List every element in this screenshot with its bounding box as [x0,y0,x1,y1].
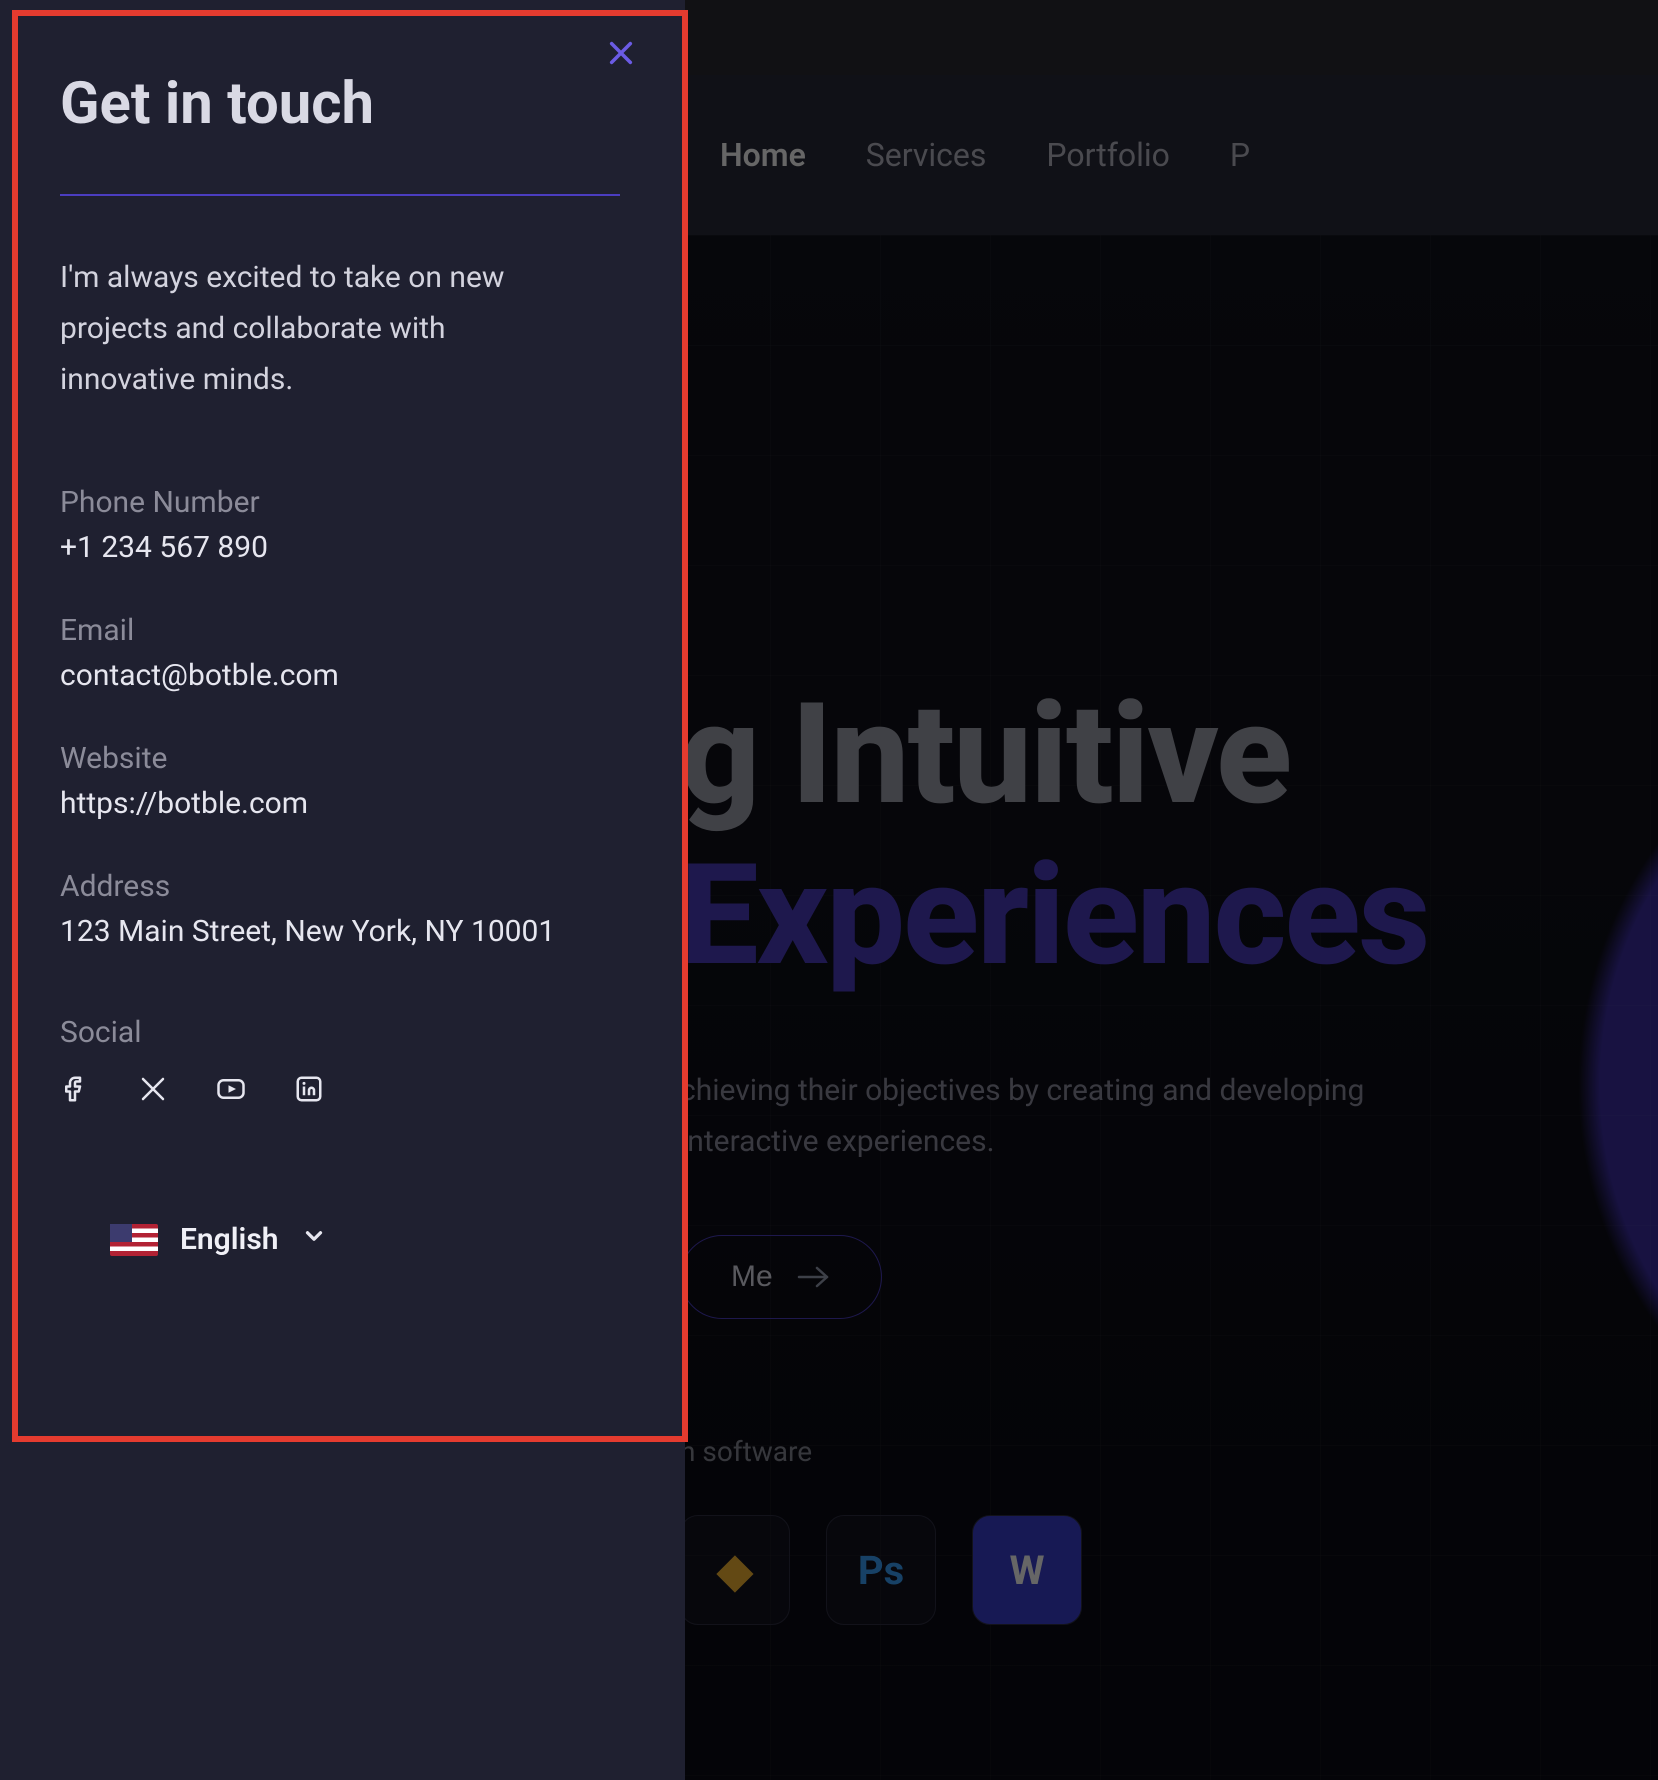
email-value[interactable]: contact@botble.com [60,658,625,693]
close-button[interactable] [597,30,645,78]
website-label: Website [60,741,625,776]
offcanvas-title: Get in touch [60,70,625,138]
flag-us-icon [110,1224,158,1256]
contact-offcanvas: Get in touch I'm always excited to take … [0,0,685,1780]
language-name: English [180,1222,279,1257]
website-value[interactable]: https://botble.com [60,786,625,821]
youtube-icon [216,1074,246,1112]
address-label: Address [60,869,625,904]
close-icon [607,39,635,70]
language-switcher[interactable]: English [110,1222,625,1257]
social-youtube[interactable] [216,1074,246,1112]
x-icon [138,1074,168,1112]
info-website: Website https://botble.com [60,741,625,821]
phone-value[interactable]: +1 234 567 890 [60,530,625,565]
title-underline [60,194,620,196]
email-label: Email [60,613,625,648]
offcanvas-intro: I'm always excited to take on new projec… [60,252,580,405]
chevron-down-icon [301,1222,327,1257]
phone-label: Phone Number [60,485,625,520]
social-linkedin[interactable] [294,1074,324,1112]
social-x[interactable] [138,1074,168,1112]
linkedin-icon [294,1074,324,1112]
social-label: Social [60,1015,625,1050]
social-facebook[interactable] [60,1074,90,1112]
social-row [60,1074,625,1112]
address-value: 123 Main Street, New York, NY 10001 [60,914,625,949]
info-email: Email contact@botble.com [60,613,625,693]
info-address: Address 123 Main Street, New York, NY 10… [60,869,625,949]
facebook-icon [60,1074,90,1112]
info-phone: Phone Number +1 234 567 890 [60,485,625,565]
